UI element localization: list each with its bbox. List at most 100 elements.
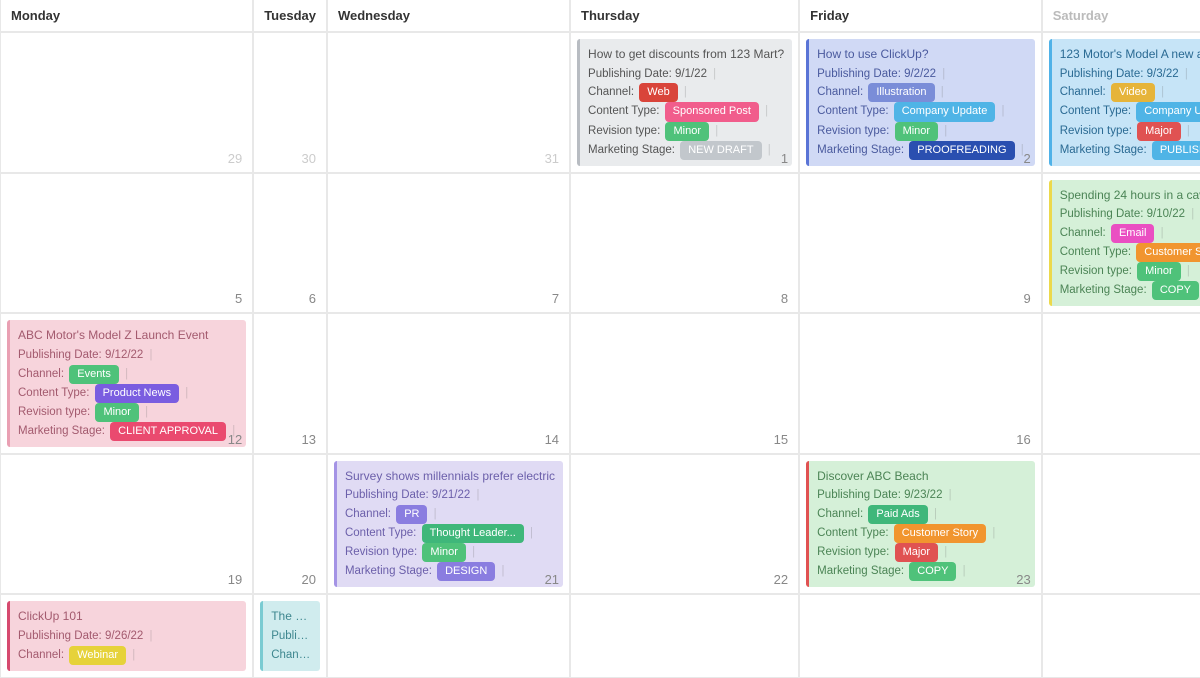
tag[interactable]: Minor xyxy=(895,122,939,141)
tag[interactable]: Paid Ads xyxy=(868,505,927,524)
field-label: Publishing Date: xyxy=(817,489,904,501)
day-cell[interactable]: 20 xyxy=(253,454,327,595)
day-cell[interactable]: ClickUp 101Publishing Date: 9/26/22 |Cha… xyxy=(0,594,253,677)
tag[interactable]: NEW DRAFT xyxy=(680,141,761,160)
tag[interactable]: Company Update xyxy=(1136,102,1200,121)
event-date: 9/3/22 xyxy=(1147,68,1179,80)
tag[interactable]: Events xyxy=(69,365,119,384)
tag[interactable]: Customer Story xyxy=(1136,243,1200,262)
tag[interactable]: Email xyxy=(1111,224,1155,243)
day-cell[interactable] xyxy=(327,594,570,677)
day-cell[interactable]: 7 xyxy=(327,173,570,314)
day-cell[interactable]: ABC Motor's Model Z Launch EventPublishi… xyxy=(0,313,253,454)
day-cell[interactable]: 8 xyxy=(570,173,799,314)
field-label: Content Type: xyxy=(817,527,892,539)
day-cell[interactable] xyxy=(1042,594,1200,677)
tag[interactable]: CLIENT APPROVAL xyxy=(110,422,226,441)
tag[interactable]: Minor xyxy=(665,122,709,141)
day-cell[interactable]: 123 Motor's Model A new assembly linePub… xyxy=(1042,32,1200,173)
calendar-event[interactable]: ClickUp 101Publishing Date: 9/26/22 |Cha… xyxy=(7,601,246,670)
tag[interactable]: PR xyxy=(396,505,427,524)
calendar-event[interactable]: Spending 24 hours in a cavePublishing Da… xyxy=(1049,180,1200,307)
separator: | xyxy=(498,565,504,577)
separator: | xyxy=(142,406,148,418)
day-cell[interactable]: 22 xyxy=(570,454,799,595)
day-number: 19 xyxy=(228,572,242,587)
event-field: Content Type: Customer Story | xyxy=(817,524,1027,543)
weekday-header: Wednesday xyxy=(327,0,570,32)
tag[interactable]: Minor xyxy=(422,543,466,562)
day-cell[interactable]: Spending 24 hours in a cavePublishing Da… xyxy=(1042,173,1200,314)
day-number: 7 xyxy=(552,291,559,306)
event-title: Spending 24 hours in a cave xyxy=(1060,186,1200,205)
weekday-header: Friday xyxy=(799,0,1042,32)
tag[interactable]: COPY xyxy=(1152,281,1199,300)
tag[interactable]: Company Update xyxy=(894,102,996,121)
separator: | xyxy=(998,105,1004,117)
calendar-event[interactable]: How to use ClickUp?Publishing Date: 9/2/… xyxy=(806,39,1035,166)
tag[interactable]: Sponsored Post xyxy=(665,102,759,121)
event-field: Channel: Events | xyxy=(18,365,238,384)
tag[interactable]: Minor xyxy=(1137,262,1181,281)
day-cell[interactable]: 31 xyxy=(327,32,570,173)
day-number: 29 xyxy=(228,151,242,166)
tag[interactable]: Video xyxy=(1111,83,1155,102)
event-field: Marketing Stage: PROOFREADING | xyxy=(817,141,1027,160)
separator: | xyxy=(122,368,128,380)
tag[interactable]: Illustration xyxy=(868,83,934,102)
tag[interactable]: Major xyxy=(895,543,939,562)
day-cell[interactable]: 19 xyxy=(0,454,253,595)
day-cell[interactable]: 13 xyxy=(253,313,327,454)
field-label: Channel: xyxy=(588,86,637,98)
event-title: How to get discounts from 123 Mart? xyxy=(588,45,784,64)
tag[interactable]: Customer Story xyxy=(894,524,986,543)
day-cell[interactable]: 15 xyxy=(570,313,799,454)
day-cell[interactable]: How to use ClickUp?Publishing Date: 9/2/… xyxy=(799,32,1042,173)
tag[interactable]: PUBLISH xyxy=(1152,141,1200,160)
day-cell[interactable]: 29 xyxy=(0,32,253,173)
day-cell[interactable]: 5 xyxy=(0,173,253,314)
tag[interactable]: Major xyxy=(1137,122,1181,141)
calendar-event[interactable]: ABC Motor's Model Z Launch EventPublishi… xyxy=(7,320,246,447)
day-number: 16 xyxy=(1016,432,1030,447)
day-cell[interactable]: 9 xyxy=(799,173,1042,314)
event-field: Content Type: Sponsored Post | xyxy=(588,102,784,121)
tag[interactable]: Product News xyxy=(95,384,179,403)
day-number: 20 xyxy=(302,572,316,587)
day-cell[interactable]: The Crypto ForecastPublishing Date: 9/27… xyxy=(253,594,327,677)
field-label: Marketing Stage: xyxy=(588,144,678,156)
calendar-event[interactable]: The Crypto ForecastPublishing Date: 9/27… xyxy=(260,601,320,670)
separator: | xyxy=(182,387,188,399)
day-cell[interactable]: 24 xyxy=(1042,454,1200,595)
day-cell[interactable]: How to get discounts from 123 Mart?Publi… xyxy=(570,32,799,173)
tag[interactable]: COPY xyxy=(909,562,956,581)
calendar-event[interactable]: Survey shows millennials prefer electric… xyxy=(334,461,563,588)
weekday-header: Monday xyxy=(0,0,253,32)
day-number: 21 xyxy=(545,572,559,587)
day-cell[interactable] xyxy=(570,594,799,677)
tag[interactable]: Webinar xyxy=(69,646,126,665)
day-cell[interactable]: 17 xyxy=(1042,313,1200,454)
calendar-event[interactable]: Discover ABC BeachPublishing Date: 9/23/… xyxy=(806,461,1035,588)
day-cell[interactable]: 6 xyxy=(253,173,327,314)
calendar-event[interactable]: How to get discounts from 123 Mart?Publi… xyxy=(577,39,792,166)
tag[interactable]: DESIGN xyxy=(437,562,495,581)
separator: | xyxy=(527,527,533,539)
event-date: 9/23/22 xyxy=(904,489,942,501)
day-cell[interactable]: 14 xyxy=(327,313,570,454)
day-cell[interactable]: 16 xyxy=(799,313,1042,454)
day-cell[interactable]: Discover ABC BeachPublishing Date: 9/23/… xyxy=(799,454,1042,595)
tag[interactable]: Minor xyxy=(95,403,139,422)
tag[interactable]: Thought Leader... xyxy=(422,524,524,543)
day-cell[interactable]: 30 xyxy=(253,32,327,173)
tag[interactable]: Web xyxy=(639,83,677,102)
separator: | xyxy=(941,125,947,137)
day-cell[interactable] xyxy=(799,594,1042,677)
separator: | xyxy=(931,508,937,520)
day-cell[interactable]: Survey shows millennials prefer electric… xyxy=(327,454,570,595)
tag[interactable]: PROOFREADING xyxy=(909,141,1014,160)
event-field: Marketing Stage: COPY | xyxy=(1060,281,1200,300)
calendar-event[interactable]: 123 Motor's Model A new assembly linePub… xyxy=(1049,39,1200,166)
separator: | xyxy=(1157,227,1163,239)
event-field: Marketing Stage: CLIENT APPROVAL | xyxy=(18,422,238,441)
